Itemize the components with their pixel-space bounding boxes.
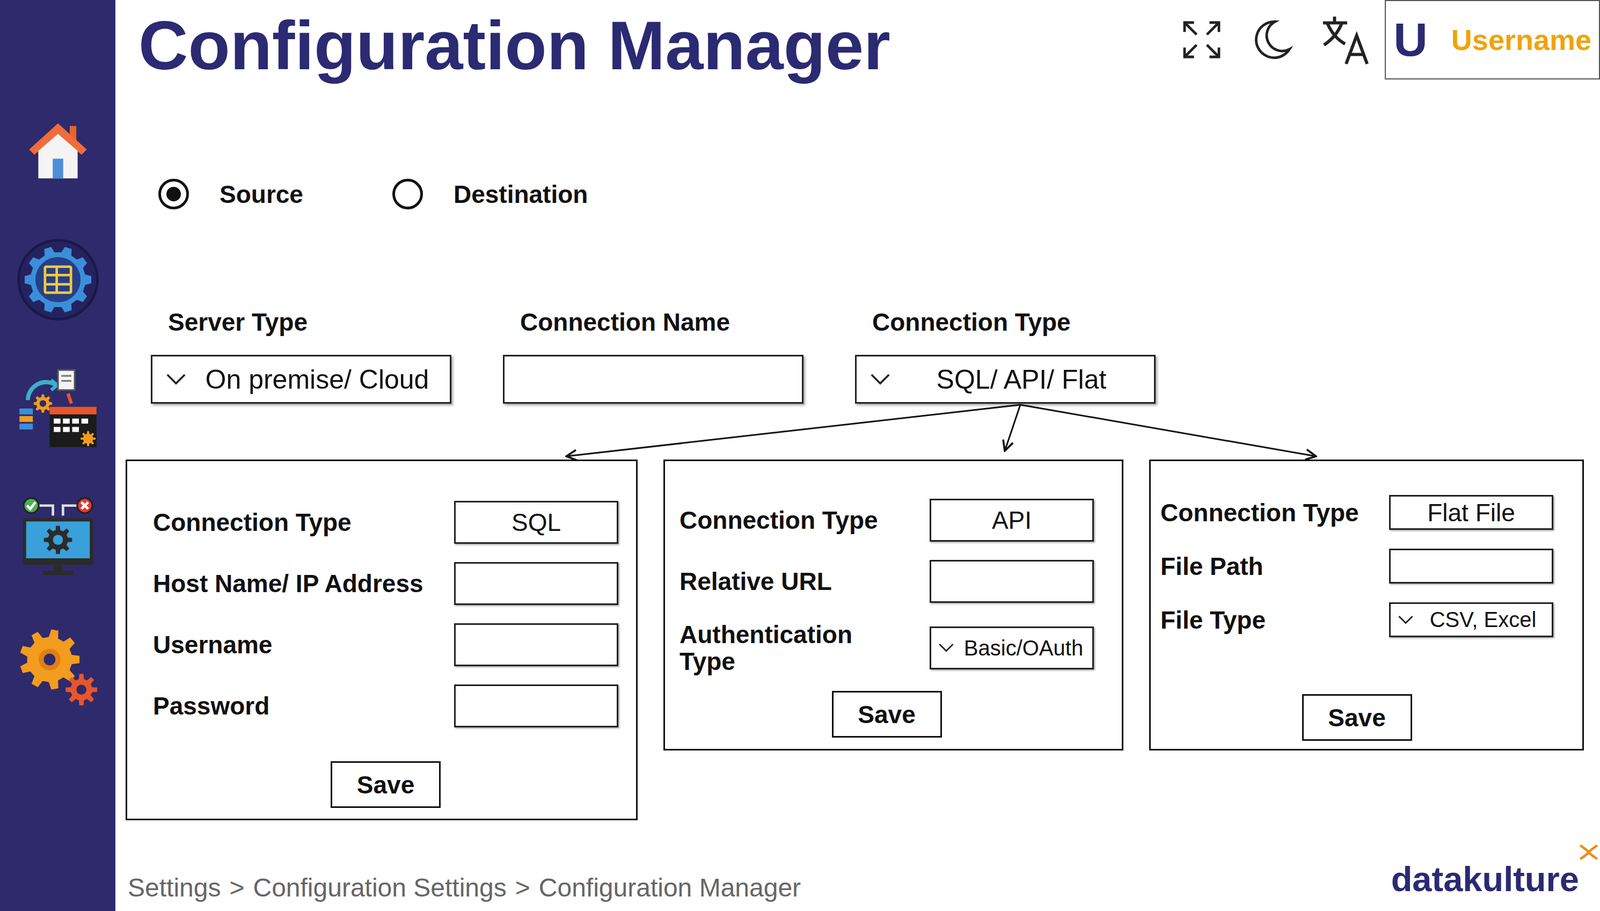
radio-dot	[166, 186, 181, 202]
row-label: Host Name/ IP Address	[152, 570, 448, 597]
branch-arrows	[125, 403, 1414, 460]
arrow	[566, 404, 1021, 457]
text-input[interactable]	[502, 354, 804, 404]
text-input[interactable]	[454, 623, 619, 667]
user-avatar-initial: U	[1393, 16, 1428, 64]
dropdown[interactable]: SQL/ API/ Flat	[855, 354, 1156, 404]
text-input[interactable]	[454, 561, 619, 605]
value-box: API	[929, 498, 1094, 542]
connection-panel: Connection TypeSQLHost Name/ IP Address U…	[125, 459, 638, 821]
form-field: Connection Name	[502, 307, 804, 404]
header-tools	[1180, 0, 1373, 80]
radio-label: Source	[219, 179, 304, 209]
breadcrumb-item[interactable]: Settings	[127, 872, 221, 903]
breadcrumb-item[interactable]: Configuration Manager	[538, 872, 801, 903]
row-label: File Type	[1160, 606, 1383, 634]
row-label: Connection Type	[152, 508, 448, 536]
connection-panel: Connection Type API Relative URL Authentica…	[663, 459, 1124, 751]
page-title: Configuration Manager	[138, 11, 891, 80]
field-label: Connection Name	[502, 307, 804, 338]
logo-text: datakulture	[1391, 859, 1580, 899]
radio-button[interactable]	[392, 178, 423, 210]
chevron-down-icon	[166, 373, 186, 386]
save-button[interactable]: Save	[330, 761, 441, 808]
row-label: Authentication Type	[679, 620, 905, 675]
radio-button[interactable]	[158, 178, 189, 210]
breadcrumb: Settings>Configuration Settings>Configur…	[127, 872, 801, 904]
dropdown-value: Basic/OAuth	[958, 636, 1090, 661]
settings-grid-icon[interactable]	[16, 237, 100, 322]
row-label: Username	[152, 631, 448, 659]
row-label: Connection Type	[679, 506, 905, 534]
connection-panel: Connection TypeFlat FileFile Path File Ty…	[1149, 459, 1584, 751]
footer: Settings>Configuration Settings>Configur…	[125, 858, 1600, 911]
chevron-down-icon	[1398, 615, 1414, 625]
row-label: Relative URL	[679, 567, 905, 595]
text-input[interactable]	[454, 684, 619, 728]
breadcrumb-item[interactable]: Configuration Settings	[252, 872, 507, 903]
mode-radio-group: Source Destination	[158, 178, 1600, 210]
field-label: Connection Type	[855, 307, 1156, 338]
sidebar-item[interactable]	[15, 365, 101, 452]
gears-icon[interactable]	[16, 624, 100, 708]
value-box: Flat File	[1389, 494, 1554, 530]
panel-form: Connection TypeFlat FileFile Path File Ty…	[1160, 494, 1554, 638]
user-profile[interactable]: U Username	[1384, 0, 1600, 80]
user-name: Username	[1451, 23, 1592, 57]
form-field: Connection Type SQL/ API/ Flat	[855, 307, 1156, 404]
home-icon[interactable]	[25, 118, 91, 184]
workflow-schedule-icon[interactable]	[16, 366, 100, 451]
sidebar-item[interactable]	[15, 494, 101, 581]
connection-panels: Connection TypeSQLHost Name/ IP AddressU…	[125, 459, 1600, 821]
logo-mark-icon	[1579, 843, 1599, 861]
text-input[interactable]	[1389, 548, 1554, 584]
header: Configuration Manager U Username	[125, 0, 1600, 80]
app-window: Configuration Manager U Username Source Dest…	[0, 0, 1600, 911]
dropdown-value: SQL/ API/ Flat	[897, 363, 1146, 396]
text-input[interactable]	[929, 559, 1094, 603]
radio-option[interactable]: Destination	[392, 178, 588, 210]
row-label: Password	[152, 692, 448, 720]
chevron-down-icon	[870, 373, 890, 386]
dropdown-value: CSV, Excel	[1417, 607, 1549, 632]
monitor-settings-icon[interactable]	[16, 495, 100, 580]
panel-form: Connection TypeSQLHost Name/ IP Address U…	[152, 500, 619, 728]
fullscreen-icon[interactable]	[1180, 18, 1224, 62]
dropdown[interactable]: On premise/ Cloud	[150, 354, 452, 404]
sidebar-item[interactable]	[15, 107, 101, 194]
dropdown-value: On premise/ Cloud	[193, 363, 442, 396]
connection-fields: Server Type On premise/ Cloud Connection N…	[150, 307, 1600, 404]
brand-logo: datakulture	[1391, 858, 1580, 904]
breadcrumb-separator: >	[229, 872, 245, 903]
save-button[interactable]: Save	[1302, 693, 1413, 741]
row-label: File Path	[1160, 552, 1383, 580]
arrow	[1004, 404, 1021, 451]
arrow	[1020, 404, 1317, 457]
translate-icon[interactable]	[1319, 13, 1373, 67]
form-field: Server Type On premise/ Cloud	[150, 307, 452, 404]
chevron-down-icon	[938, 643, 954, 653]
breadcrumb-separator: >	[515, 872, 531, 903]
sidebar-item[interactable]	[15, 236, 101, 323]
radio-label: Destination	[453, 179, 588, 209]
sidebar-item[interactable]	[15, 623, 101, 710]
dropdown[interactable]: Basic/OAuth	[929, 626, 1094, 670]
save-button[interactable]: Save	[831, 690, 942, 738]
dropdown[interactable]: CSV, Excel	[1389, 602, 1554, 638]
value-box: SQL	[454, 500, 619, 544]
panel-form: Connection Type API Relative URL Authentica…	[679, 498, 1094, 675]
radio-option[interactable]: Source	[158, 178, 304, 210]
main-content: Configuration Manager U Username Source Dest…	[115, 0, 1600, 911]
dark-mode-moon-icon[interactable]	[1250, 18, 1293, 62]
row-label: Connection Type	[1160, 499, 1383, 526]
field-label: Server Type	[150, 307, 452, 338]
sidebar	[0, 0, 116, 911]
